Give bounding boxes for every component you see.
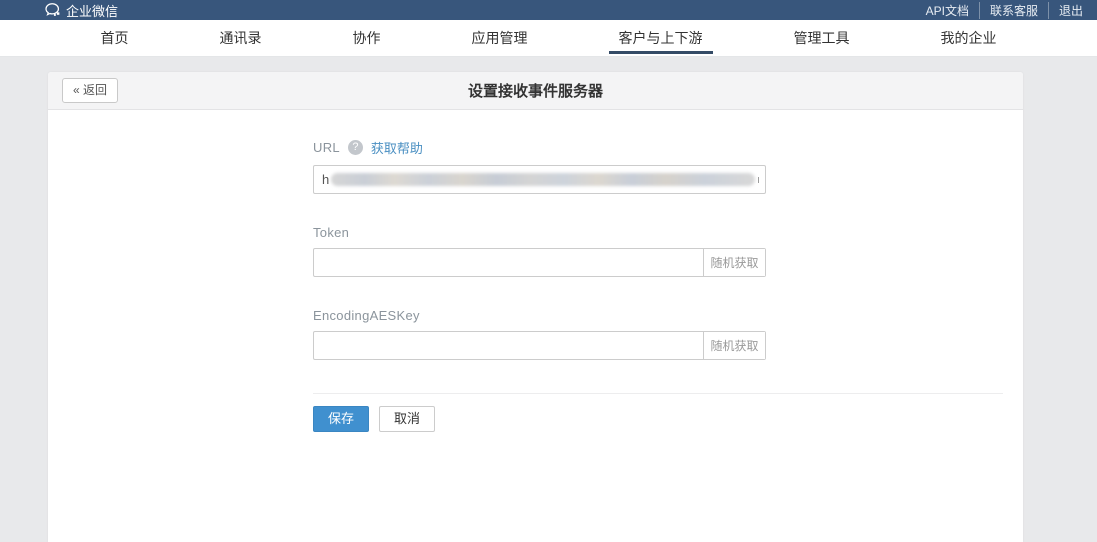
get-help-link[interactable]: 获取帮助 [371,138,423,157]
token-label-row: Token [313,225,1003,240]
back-button[interactable]: « 返回 [62,78,118,102]
encoding-aes-key-random-button[interactable]: 随机获取 [703,332,765,359]
url-redacted-value [331,173,755,186]
nav-item-customers-upstream-downstream[interactable]: 客户与上下游 [613,20,709,56]
token-input[interactable] [314,249,703,276]
wework-logo: 企业微信 [45,1,118,20]
encoding-aes-key-input[interactable] [314,332,703,359]
nav-item-app-management[interactable]: 应用管理 [466,20,534,56]
token-field-group: Token 随机获取 [313,225,1003,277]
topbar-link-logout[interactable]: 退出 [1048,2,1083,19]
encoding-aes-key-input-group: 随机获取 [313,331,766,360]
page-title: 设置接收事件服务器 [48,80,1023,101]
page-background: « 返回 设置接收事件服务器 URL ? 获取帮助 h ı Token [0,57,1097,542]
url-value-prefix: h [322,172,329,187]
token-label: Token [313,225,349,240]
nav-item-collaboration[interactable]: 协作 [347,20,387,56]
url-input[interactable]: h ı [313,165,766,194]
cancel-button[interactable]: 取消 [379,406,435,432]
save-button[interactable]: 保存 [313,406,369,432]
encoding-aes-key-label-row: EncodingAESKey [313,308,1003,323]
topbar-links: API文档 联系客服 退出 [926,2,1083,19]
encoding-aes-key-label: EncodingAESKey [313,308,420,323]
form-divider [313,393,1003,394]
wework-logo-text: 企业微信 [66,1,118,20]
form-actions: 保存 取消 [313,406,1003,432]
nav-item-my-company[interactable]: 我的企业 [935,20,1003,56]
receive-event-server-form: URL ? 获取帮助 h ı Token 随机获取 [313,110,1003,432]
wework-logo-icon [45,3,61,17]
token-random-button[interactable]: 随机获取 [703,249,765,276]
topbar-link-contact-support[interactable]: 联系客服 [979,2,1038,19]
nav-item-contacts[interactable]: 通讯录 [214,20,268,56]
topbar: 企业微信 API文档 联系客服 退出 [0,0,1097,20]
token-input-group: 随机获取 [313,248,766,277]
topbar-link-api-docs[interactable]: API文档 [926,2,969,19]
settings-panel: « 返回 设置接收事件服务器 URL ? 获取帮助 h ı Token [48,72,1023,542]
url-field-group: URL ? 获取帮助 h ı [313,138,1003,194]
url-label: URL [313,140,340,155]
help-icon[interactable]: ? [348,140,363,155]
encoding-aes-key-field-group: EncodingAESKey 随机获取 [313,308,1003,360]
nav-item-management-tools[interactable]: 管理工具 [788,20,856,56]
main-nav: 首页 通讯录 协作 应用管理 客户与上下游 管理工具 我的企业 [0,20,1097,57]
nav-item-home[interactable]: 首页 [95,20,135,56]
panel-header: « 返回 设置接收事件服务器 [48,72,1023,110]
url-value-suffix: ı [757,174,760,186]
url-label-row: URL ? 获取帮助 [313,138,1003,157]
